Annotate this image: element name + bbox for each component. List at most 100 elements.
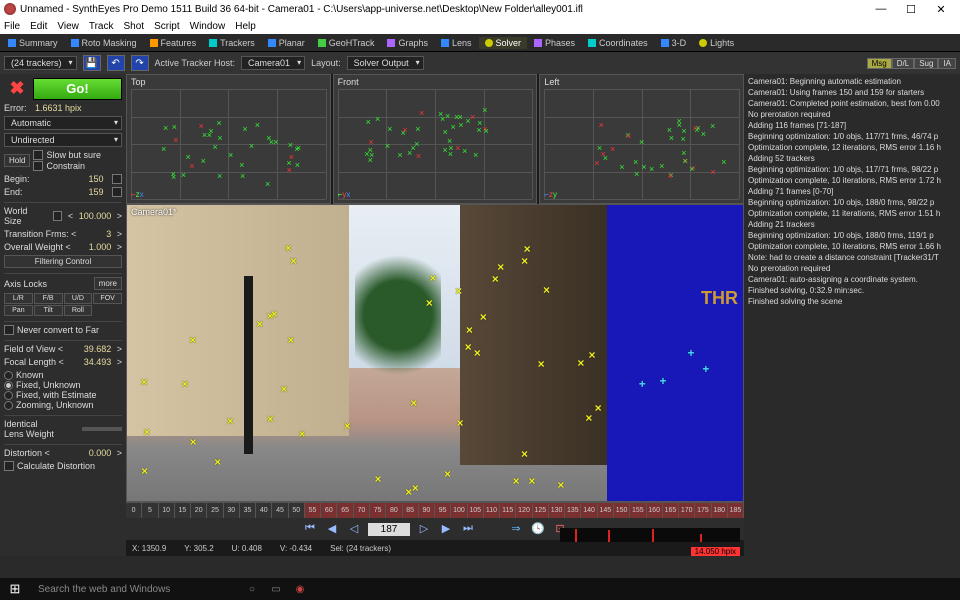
timeline-frame[interactable]: 120 (516, 503, 532, 518)
minimize-button[interactable]: — (866, 3, 896, 15)
mode-dropdown[interactable]: Automatic (4, 116, 122, 130)
timeline-frame[interactable]: 160 (647, 503, 663, 518)
timeline-frame[interactable]: 70 (354, 503, 370, 518)
tracker-marker[interactable]: × (290, 254, 297, 268)
pill-msg[interactable]: Msg (867, 58, 892, 69)
weight-value[interactable]: 1.000 (89, 242, 112, 252)
tracker-marker[interactable]: × (375, 472, 382, 486)
tab-summary[interactable]: Summary (2, 37, 64, 49)
timeline-frame[interactable]: 135 (565, 503, 581, 518)
world-value[interactable]: 100.000 (79, 211, 112, 221)
tracker-marker[interactable]: × (412, 481, 419, 495)
undo-button[interactable]: ↶ (107, 55, 125, 71)
fov-value[interactable]: 39.682 (84, 344, 112, 354)
end-chk[interactable] (112, 187, 122, 197)
tracker-marker[interactable]: + (639, 377, 646, 391)
timeline-frame[interactable]: 85 (403, 503, 419, 518)
tracker-marker[interactable]: × (557, 478, 564, 492)
tracker-marker[interactable]: × (214, 455, 221, 469)
calc-dist-checkbox[interactable] (4, 461, 14, 471)
never-far-checkbox[interactable] (4, 325, 14, 335)
tab-lens[interactable]: Lens (435, 37, 478, 49)
focal-value[interactable]: 34.493 (84, 357, 112, 367)
axis-pan[interactable]: Pan (4, 305, 33, 316)
tracker-marker[interactable]: × (256, 317, 263, 331)
tracker-marker[interactable]: × (344, 419, 351, 433)
constrain-checkbox[interactable] (33, 161, 43, 171)
timeline-frame[interactable]: 5 (142, 503, 158, 518)
tracker-marker[interactable]: × (595, 401, 602, 415)
goto-start-button[interactable]: ⏮ (302, 522, 318, 536)
timeline-frame[interactable]: 60 (321, 503, 337, 518)
timeline-frame[interactable]: 140 (581, 503, 597, 518)
tab-graphs[interactable]: Graphs (381, 37, 434, 49)
tracker-marker[interactable]: + (659, 374, 666, 388)
timeline-frame[interactable]: 185 (728, 503, 744, 518)
timeline-frame[interactable]: 170 (679, 503, 695, 518)
more-button[interactable]: more (94, 277, 122, 290)
timeline-frame[interactable]: 110 (484, 503, 500, 518)
tracker-marker[interactable]: × (528, 474, 535, 488)
tracker-marker[interactable]: × (524, 242, 531, 256)
timeline-frame[interactable]: 105 (468, 503, 484, 518)
timeline-frame[interactable]: 95 (435, 503, 451, 518)
save-icon-button[interactable]: 💾 (83, 55, 101, 71)
filtering-button[interactable]: Filtering Control (4, 255, 122, 268)
menu-shot[interactable]: Shot (124, 21, 145, 32)
play-reverse-button[interactable]: ◀ (324, 522, 340, 536)
axis-roll[interactable]: Roll (64, 305, 93, 316)
menu-file[interactable]: File (4, 21, 20, 32)
timeline-frame[interactable]: 90 (419, 503, 435, 518)
dist-value[interactable]: 0.000 (89, 448, 112, 458)
hold-button[interactable]: Hold (4, 154, 30, 167)
go-button[interactable]: Go! (33, 78, 122, 100)
tab-trackers[interactable]: Trackers (203, 37, 261, 49)
tracker-marker[interactable]: × (429, 271, 436, 285)
tracker-marker[interactable]: × (456, 416, 463, 430)
trans-value[interactable]: 3 (106, 229, 111, 239)
axis-fb[interactable]: F/B (34, 293, 63, 304)
tab-phases[interactable]: Phases (528, 37, 581, 49)
view-top[interactable]: Top ××××××××××××××××××××××××××××××××××× … (126, 74, 331, 204)
tracker-marker[interactable]: × (588, 348, 595, 362)
host-dropdown[interactable]: Camera01 (241, 56, 305, 70)
sync-button[interactable]: ⇒ (508, 522, 524, 536)
lens-slider[interactable] (82, 427, 122, 431)
start-button[interactable]: ⊞ (0, 578, 30, 600)
pill-ia[interactable]: IA (938, 58, 956, 69)
tracker-marker[interactable]: × (543, 283, 550, 297)
redo-button[interactable]: ↷ (131, 55, 149, 71)
timeline[interactable]: 0510152025303540455055606570758085909510… (126, 502, 744, 518)
axis-ud[interactable]: U/D (64, 293, 93, 304)
timeline-frame[interactable]: 155 (630, 503, 646, 518)
timeline-frame[interactable]: 20 (191, 503, 207, 518)
axis-tilt[interactable]: Tilt (34, 305, 63, 316)
tracker-marker[interactable]: × (455, 284, 462, 298)
tab-solver[interactable]: Solver (479, 37, 528, 49)
radio-3[interactable] (4, 401, 13, 410)
trackers-dropdown[interactable]: (24 trackers) (4, 56, 77, 70)
tracker-marker[interactable]: × (513, 474, 520, 488)
tracker-marker[interactable]: × (189, 333, 196, 347)
menu-script[interactable]: Script (154, 21, 180, 32)
tracker-marker[interactable]: × (299, 427, 306, 441)
timeline-frame[interactable]: 35 (240, 503, 256, 518)
timeline-frame[interactable]: 125 (533, 503, 549, 518)
timeline-frame[interactable]: 165 (663, 503, 679, 518)
menu-edit[interactable]: Edit (30, 21, 47, 32)
cortana-icon[interactable]: ○ (240, 578, 264, 600)
tracker-marker[interactable]: × (444, 467, 451, 481)
view-front[interactable]: Front ××××××××××××××××××××××××××××××××××… (333, 74, 538, 204)
tracker-marker[interactable]: × (141, 464, 148, 478)
radio-1[interactable] (4, 381, 13, 390)
tracker-marker[interactable]: × (410, 396, 417, 410)
timeline-frame[interactable]: 100 (451, 503, 467, 518)
app-taskbar-icon[interactable]: ◉ (288, 578, 312, 600)
timeline-frame[interactable]: 180 (712, 503, 728, 518)
frame-input[interactable]: 187 (368, 523, 410, 536)
axis-fov[interactable]: FOV (93, 293, 122, 304)
tracker-marker[interactable]: × (287, 333, 294, 347)
slow-checkbox[interactable] (33, 150, 43, 160)
pill-sug[interactable]: Sug (914, 58, 938, 69)
pill-d/l[interactable]: D/L (892, 58, 914, 69)
